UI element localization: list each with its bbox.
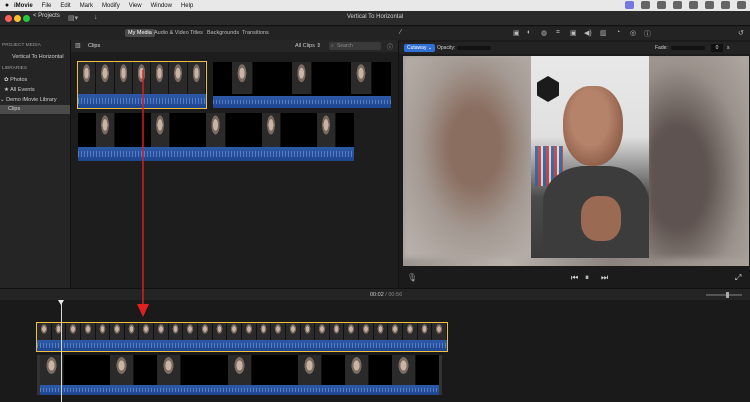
menu-view[interactable]: View [129,3,142,9]
window-title: Vertical To Horizontal [346,14,404,20]
audio-waveform [213,96,391,108]
fullscreen-icon[interactable]: ⤢ [735,273,741,283]
airplay-icon[interactable] [641,1,650,9]
sidebar-item-photos[interactable]: ✿ Photos [4,77,70,83]
clip-filter-icon[interactable]: ◎ [630,29,636,37]
audio-waveform [78,94,206,108]
timeline-zoom-slider[interactable] [706,292,742,298]
chevron-down-icon: ⌄ [427,45,433,51]
volume-icon[interactable]: ◀) [584,29,592,37]
clip-info-icon[interactable]: ⓘ [644,29,651,39]
camera-icon[interactable] [673,1,682,9]
updown-chevron-icon: ⇕ [316,43,322,49]
sidebar-toggle-icon[interactable]: ▥ [75,42,81,49]
info-icon[interactable]: ⓘ [387,42,393,51]
overlay-mode-dropdown[interactable]: Cutaway ⌄ [404,44,436,52]
magic-wand-icon[interactable]: ⁄ [400,29,401,36]
tab-backgrounds[interactable]: Backgrounds [207,30,239,36]
clip-thumbnail[interactable] [213,62,391,108]
overlay-settings-bar: Cutaway ⌄ Opacity: Fade: 0 s [399,42,750,54]
skip-forward-icon[interactable]: ⏭ [601,273,608,283]
crop-icon[interactable]: ⌗ [556,29,560,37]
play-pause-icon[interactable]: ⏸ [585,273,589,283]
clip-thumbnail[interactable] [78,113,354,161]
menu-help[interactable]: Help [181,3,193,9]
clip-thumbnail-selected[interactable] [77,61,207,109]
stabilization-icon[interactable]: ▣ [570,29,577,37]
fade-unit: s [727,45,730,51]
project-media-header: PROJECT MEDIA [2,43,41,48]
search-icon: ⌕ [331,43,334,49]
battery-icon[interactable] [705,1,714,9]
menu-mark[interactable]: Mark [80,3,93,9]
tab-my-media[interactable]: My Media [125,29,155,37]
noise-reduction-icon[interactable]: ▥ [600,29,607,37]
timeline [0,300,750,402]
toolbar: My Media Audio & Video Titles Background… [0,27,750,40]
sidebar-item-library[interactable]: ⌄ Demo iMovie Library [0,97,66,103]
control-center-icon[interactable] [737,1,746,9]
color-balance-icon[interactable]: ◐ [527,29,531,36]
playhead-handle[interactable] [58,300,64,305]
timecode: 00:02 / 00:56 [370,292,403,298]
screen-record-icon[interactable] [625,1,634,9]
reset-all-icon[interactable]: ↺ [738,29,744,37]
opacity-label: Opacity: [437,45,456,51]
libraries-sidebar: PROJECT MEDIA Vertical To Horizontal LIB… [0,40,71,288]
primary-storyline-clip[interactable] [37,355,442,395]
audio-waveform [40,385,439,395]
playhead[interactable] [61,300,62,402]
tab-transitions[interactable]: Transitions [242,30,269,36]
sidebar-item-all-events[interactable]: ★ All Events [4,87,70,93]
menu-edit[interactable]: Edit [60,3,70,9]
microphone-icon[interactable]: 🎙 [407,273,417,282]
fade-label: Fade: [655,45,668,51]
apple-menu-icon[interactable]: ● [0,2,14,9]
speed-icon[interactable]: ◔ [616,29,620,36]
tab-titles[interactable]: Titles [190,30,203,36]
skip-back-icon[interactable]: ⏮ [571,273,578,283]
search-input[interactable]: ⌕ Search [329,42,381,50]
menu-window[interactable]: Window [151,3,172,9]
tab-audio-video[interactable]: Audio & Video [154,30,189,36]
window-title-bar: < Projects ▤▾ ↓ Vertical To Horizontal [0,11,750,26]
viewer: Cutaway ⌄ Opacity: Fade: 0 s 🎙 ⏮ ⏸ ⏭ ⤢ [398,40,750,288]
sidebar-item-clips[interactable]: Clips [0,105,70,114]
video-preview [403,56,749,266]
color-correction-icon[interactable]: ◍ [541,29,547,37]
fade-value-field[interactable]: 0 [711,44,723,52]
clips-filter-dropdown[interactable]: All Clips ⇕ [295,43,321,49]
menu-bar: ● iMovie File Edit Mark Modify View Wind… [0,0,750,11]
menu-app-name[interactable]: iMovie [14,3,33,9]
moon-icon[interactable] [689,1,698,9]
audio-waveform [78,147,354,161]
video-overlay-icon[interactable]: ▣ [513,29,520,37]
wifi-icon[interactable] [721,1,730,9]
timeline-header: 00:02 / 00:56 [0,288,750,300]
sidebar-item-project[interactable]: Vertical To Horizontal [12,54,78,60]
opacity-slider[interactable] [457,46,491,50]
fade-slider[interactable] [671,46,705,50]
browser-header: ▥ Clips All Clips ⇕ ⌕ Search ⓘ [71,40,398,52]
audio-waveform [37,340,447,351]
video-icon[interactable] [657,1,666,9]
playback-controls: 🎙 ⏮ ⏸ ⏭ ⤢ [399,270,750,288]
menu-file[interactable]: File [42,3,52,9]
browser-title: Clips [88,43,101,49]
menu-modify[interactable]: Modify [102,3,120,9]
libraries-header: LIBRARIES [2,66,28,71]
media-browser: ▥ Clips All Clips ⇕ ⌕ Search ⓘ [71,40,398,288]
status-icons [625,1,746,9]
cutaway-clip[interactable] [36,322,448,352]
